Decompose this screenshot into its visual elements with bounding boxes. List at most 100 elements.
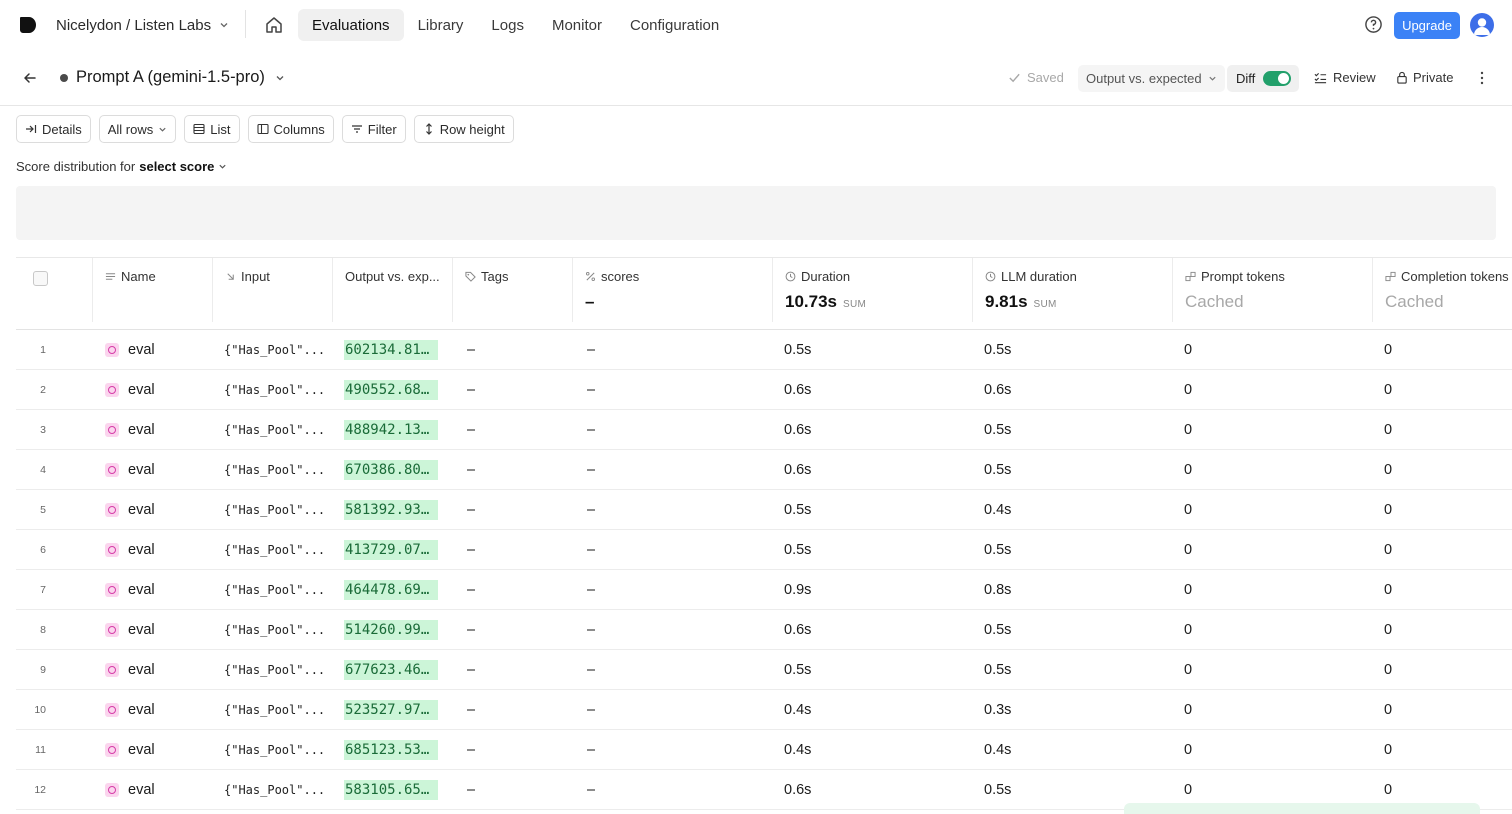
cell-duration: 0.4s <box>784 742 812 758</box>
chevron-down-icon[interactable] <box>218 162 227 171</box>
table-row[interactable]: 2 eval {"Has_Pool"... 490552.68... – – 0… <box>16 370 1512 410</box>
eval-span-icon <box>105 343 119 357</box>
table-row[interactable]: 11 eval {"Has_Pool"... 685123.53... – – … <box>16 730 1512 770</box>
cell-output: 490552.68... <box>344 370 438 410</box>
cell-duration: 0.5s <box>784 662 812 678</box>
org-switcher[interactable]: Nicelydon / Listen Labs <box>56 14 229 36</box>
column-output[interactable]: Output vs. exp... <box>333 258 453 322</box>
text-align-icon <box>105 273 116 280</box>
experiment-header: Prompt A (gemini-1.5-pro) Saved Output v… <box>0 56 1512 106</box>
eval-span-icon <box>105 703 119 717</box>
cell-output-diff: 685123.53... <box>344 740 438 760</box>
review-button[interactable]: Review <box>1314 70 1376 85</box>
cell-input: {"Has_Pool"... <box>224 503 326 517</box>
cell-prompt-tokens: 0 <box>1184 582 1193 598</box>
cell-completion-tokens: 0 <box>1384 422 1393 438</box>
diff-toggle[interactable] <box>1263 71 1292 86</box>
home-icon[interactable] <box>264 15 284 35</box>
cell-tags: – <box>467 502 476 518</box>
cell-output: 581392.93... <box>344 490 438 530</box>
avatar[interactable] <box>1470 13 1494 37</box>
kebab-icon[interactable] <box>1476 70 1488 86</box>
cell-prompt-tokens: 0 <box>1184 462 1193 478</box>
eval-span-icon <box>105 583 119 597</box>
cell-input: {"Has_Pool"... <box>224 623 326 637</box>
cell-input: {"Has_Pool"... <box>224 423 326 437</box>
diff-label: Diff <box>1236 71 1256 86</box>
status-dot <box>60 74 68 82</box>
filter-button[interactable]: Filter <box>341 115 406 143</box>
cell-output: 685123.53... <box>344 730 438 770</box>
cell-output: 488942.13... <box>344 410 438 450</box>
columns-button[interactable]: Columns <box>247 115 334 143</box>
cell-tags: – <box>467 662 476 678</box>
rows-select-label: All rows <box>107 121 154 137</box>
column-scores[interactable]: scores – <box>573 258 773 322</box>
private-button[interactable]: Private <box>1396 70 1453 85</box>
cell-scores: – <box>587 422 596 438</box>
row-height-button[interactable]: Row height <box>413 115 514 143</box>
tab-logs[interactable]: Logs <box>477 9 538 41</box>
column-completion-tokens[interactable]: Completion tokens Cached <box>1373 258 1512 322</box>
tab-library[interactable]: Library <box>404 9 478 41</box>
tab-evaluations[interactable]: Evaluations <box>298 9 404 41</box>
column-duration[interactable]: Duration 10.73s SUM <box>773 258 973 322</box>
cell-output-diff: 523527.97... <box>344 700 438 720</box>
table-row[interactable]: 9 eval {"Has_Pool"... 677623.46... – – 0… <box>16 650 1512 690</box>
lock-icon <box>1397 71 1407 84</box>
table-row[interactable]: 4 eval {"Has_Pool"... 670386.80... – – 0… <box>16 450 1512 490</box>
cell-duration: 0.6s <box>784 462 812 478</box>
table-row[interactable]: 10 eval {"Has_Pool"... 523527.97... – – … <box>16 690 1512 730</box>
tab-monitor[interactable]: Monitor <box>538 9 616 41</box>
cell-tags: – <box>467 702 476 718</box>
arrow-left-icon[interactable] <box>22 70 38 86</box>
cell-input: {"Has_Pool"... <box>224 663 326 677</box>
experiment-title[interactable]: Prompt A (gemini-1.5-pro) <box>76 68 285 87</box>
filter-icon <box>351 125 362 133</box>
table-row[interactable]: 8 eval {"Has_Pool"... 514260.99... – – 0… <box>16 610 1512 650</box>
row-number: 3 <box>40 424 46 436</box>
column-prompt-tokens[interactable]: Prompt tokens Cached <box>1173 258 1373 322</box>
cell-output: 464478.69... <box>344 570 438 610</box>
rows-select[interactable]: All rows <box>98 115 177 143</box>
scores-aggregate: – <box>585 292 595 311</box>
cell-output: 514260.99... <box>344 610 438 650</box>
table-row[interactable]: 7 eval {"Has_Pool"... 464478.69... – – 0… <box>16 570 1512 610</box>
upgrade-button[interactable]: Upgrade <box>1394 12 1460 39</box>
compare-select[interactable]: Output vs. expected <box>1078 65 1225 92</box>
table-row[interactable]: 3 eval {"Has_Pool"... 488942.13... – – 0… <box>16 410 1512 450</box>
panel-open-icon <box>26 125 37 133</box>
table-row[interactable]: 5 eval {"Has_Pool"... 581392.93... – – 0… <box>16 490 1512 530</box>
select-all-column <box>16 258 93 322</box>
cell-completion-tokens: 0 <box>1384 342 1393 358</box>
select-all-checkbox[interactable] <box>33 271 48 286</box>
chevron-down-icon <box>220 23 228 28</box>
cell-output-diff: 602134.81... <box>344 340 438 360</box>
cell-input: {"Has_Pool"... <box>224 383 326 397</box>
chevron-down-icon <box>159 127 166 132</box>
score-select[interactable]: select score <box>139 159 214 174</box>
table-row[interactable]: 6 eval {"Has_Pool"... 413729.07... – – 0… <box>16 530 1512 570</box>
cell-name: eval <box>128 342 155 358</box>
column-llm-duration[interactable]: LLM duration 9.81s SUM <box>973 258 1173 322</box>
cell-tags: – <box>467 782 476 798</box>
column-input[interactable]: Input <box>213 258 333 322</box>
list-view-button[interactable]: List <box>184 115 240 143</box>
cell-llm-duration: 0.5s <box>984 662 1012 678</box>
row-number: 1 <box>40 344 46 356</box>
column-tags[interactable]: Tags <box>453 258 573 322</box>
cell-name: eval <box>128 742 155 758</box>
cell-output: 413729.07... <box>344 530 438 570</box>
checklist-icon <box>1314 72 1327 83</box>
eval-span-icon <box>105 383 119 397</box>
table-row[interactable]: 1 eval {"Has_Pool"... 602134.81... – – 0… <box>16 330 1512 370</box>
score-distribution-chart <box>16 186 1496 240</box>
details-button[interactable]: Details <box>16 115 91 143</box>
logo-icon[interactable] <box>18 15 38 35</box>
tab-configuration[interactable]: Configuration <box>616 9 733 41</box>
table-body: 1 eval {"Has_Pool"... 602134.81... – – 0… <box>16 330 1512 810</box>
clock-icon <box>785 271 796 282</box>
help-circle-icon[interactable] <box>1364 15 1383 34</box>
cell-name: eval <box>128 502 155 518</box>
column-name[interactable]: Name <box>93 258 213 322</box>
